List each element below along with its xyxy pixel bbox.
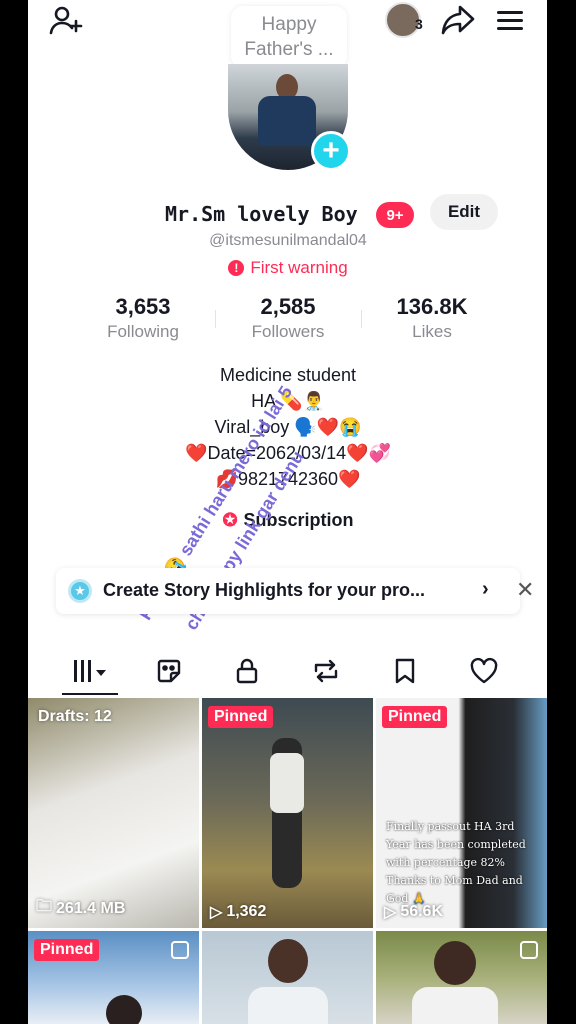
card-text: Finally passout HA 3rd Year has been com… bbox=[386, 820, 526, 905]
tab-saved[interactable] bbox=[377, 648, 433, 694]
chevron-right-icon[interactable]: › bbox=[482, 578, 489, 601]
add-friend-icon[interactable] bbox=[48, 2, 84, 38]
close-icon[interactable]: ✕ bbox=[516, 577, 534, 603]
followers-count: 2,585 bbox=[260, 294, 316, 319]
story-highlights-banner[interactable]: ★ Create Story Highlights for your pro..… bbox=[56, 568, 534, 614]
warning-text: First warning bbox=[250, 258, 348, 277]
username: @itsmesunilmandal04 bbox=[209, 232, 367, 249]
note-line-1: Happy bbox=[261, 14, 317, 35]
copy-icon bbox=[171, 941, 189, 959]
tab-reposts[interactable] bbox=[298, 648, 354, 694]
display-name: Mr.Sm lovely Boy bbox=[165, 202, 358, 226]
bio-line: Viral_boy 🗣️❤️😭 bbox=[214, 417, 362, 437]
first-warning-link[interactable]: ! First warning bbox=[28, 258, 547, 278]
stat-divider bbox=[215, 310, 216, 328]
tab-favorites[interactable] bbox=[141, 648, 197, 694]
video-tile[interactable] bbox=[202, 931, 373, 1024]
bio-line: Medicine student bbox=[219, 365, 357, 385]
video-tile[interactable] bbox=[376, 931, 547, 1024]
tab-private[interactable] bbox=[219, 648, 275, 694]
menu-icon[interactable] bbox=[494, 4, 526, 36]
pinned-badge: Pinned bbox=[208, 706, 274, 728]
stats-row: 3,653 Following 2,585 Followers 136.8K L… bbox=[28, 294, 547, 350]
note-line-2: Father's ... bbox=[244, 39, 334, 60]
add-story-plus-icon[interactable]: + bbox=[311, 131, 351, 171]
subscription-link[interactable]: ✪ Subscription bbox=[28, 510, 547, 531]
highlights-banner-text: Create Story Highlights for your pro... bbox=[103, 580, 426, 600]
name-row: Mr.Sm lovely Boy 9+ Edit bbox=[28, 194, 547, 234]
bio-line: HA 💊👨‍⚕️ bbox=[251, 391, 325, 411]
video-grid: Drafts: 12 🗀 261.4 MB Pinned ▷ 1,362 Pin… bbox=[28, 698, 547, 1024]
followers-label: Followers bbox=[251, 322, 325, 341]
tile-meta: ▷ 1,362 bbox=[210, 902, 266, 922]
copy-icon bbox=[520, 941, 538, 959]
edit-profile-button[interactable]: Edit bbox=[430, 194, 498, 230]
active-tab-indicator bbox=[62, 693, 118, 695]
tile-meta: 🗀 261.4 MB bbox=[36, 895, 125, 922]
folder-icon: 🗀 bbox=[36, 898, 53, 915]
warning-icon: ! bbox=[228, 260, 245, 276]
likes-count: 136.8K bbox=[396, 294, 468, 319]
profile-note-bubble[interactable]: Happy Father's ... bbox=[231, 6, 347, 68]
following-count: 3,653 bbox=[115, 294, 171, 319]
bio: Medicine student HA 💊👨‍⚕️ Viral_boy 🗣️❤️… bbox=[88, 362, 488, 492]
notification-badge[interactable]: 9+ bbox=[376, 202, 414, 228]
profile-avatar[interactable]: + bbox=[228, 64, 351, 171]
likes-label: Likes bbox=[412, 322, 452, 341]
draft-tile[interactable]: Drafts: 12 🗀 261.4 MB bbox=[28, 698, 199, 928]
video-tile[interactable]: Pinned Finally passout HA 3rd Year has b… bbox=[376, 698, 547, 928]
profile-screen: 3 Happy Father's ... + Mr.Sm lovely Boy … bbox=[28, 0, 547, 1024]
video-tile[interactable]: Pinned ▷ 1,362 bbox=[202, 698, 373, 928]
drafts-count: Drafts: 12 bbox=[38, 708, 112, 725]
tile-meta: ▷ 56.6K bbox=[384, 902, 443, 922]
pinned-badge: Pinned bbox=[34, 939, 100, 961]
view-count: 1,362 bbox=[226, 903, 267, 920]
video-tile[interactable]: Pinned bbox=[28, 931, 199, 1024]
stat-followers[interactable]: 2,585 Followers bbox=[218, 294, 358, 342]
view-count: 56.6K bbox=[400, 903, 444, 920]
star-icon: ★ bbox=[68, 579, 92, 603]
bio-line: 💋9821742360❤️ bbox=[215, 469, 361, 489]
draft-size: 261.4 MB bbox=[56, 899, 126, 917]
share-icon[interactable] bbox=[440, 2, 476, 38]
profile-tabs bbox=[28, 648, 547, 696]
play-icon: ▷ bbox=[210, 904, 223, 921]
subscription-icon: ✪ bbox=[222, 510, 238, 530]
tab-liked[interactable] bbox=[456, 648, 512, 694]
story-count: 3 bbox=[415, 16, 423, 32]
play-icon: ▷ bbox=[384, 904, 397, 921]
stat-likes[interactable]: 136.8K Likes bbox=[362, 294, 502, 342]
tab-videos[interactable] bbox=[62, 648, 118, 694]
stat-following[interactable]: 3,653 Following bbox=[73, 294, 213, 342]
subscription-label: Subscription bbox=[243, 510, 354, 530]
pinned-badge: Pinned bbox=[382, 706, 448, 728]
bio-line: ❤️Date=2062/03/14❤️💞 bbox=[185, 443, 391, 463]
following-label: Following bbox=[107, 322, 179, 341]
